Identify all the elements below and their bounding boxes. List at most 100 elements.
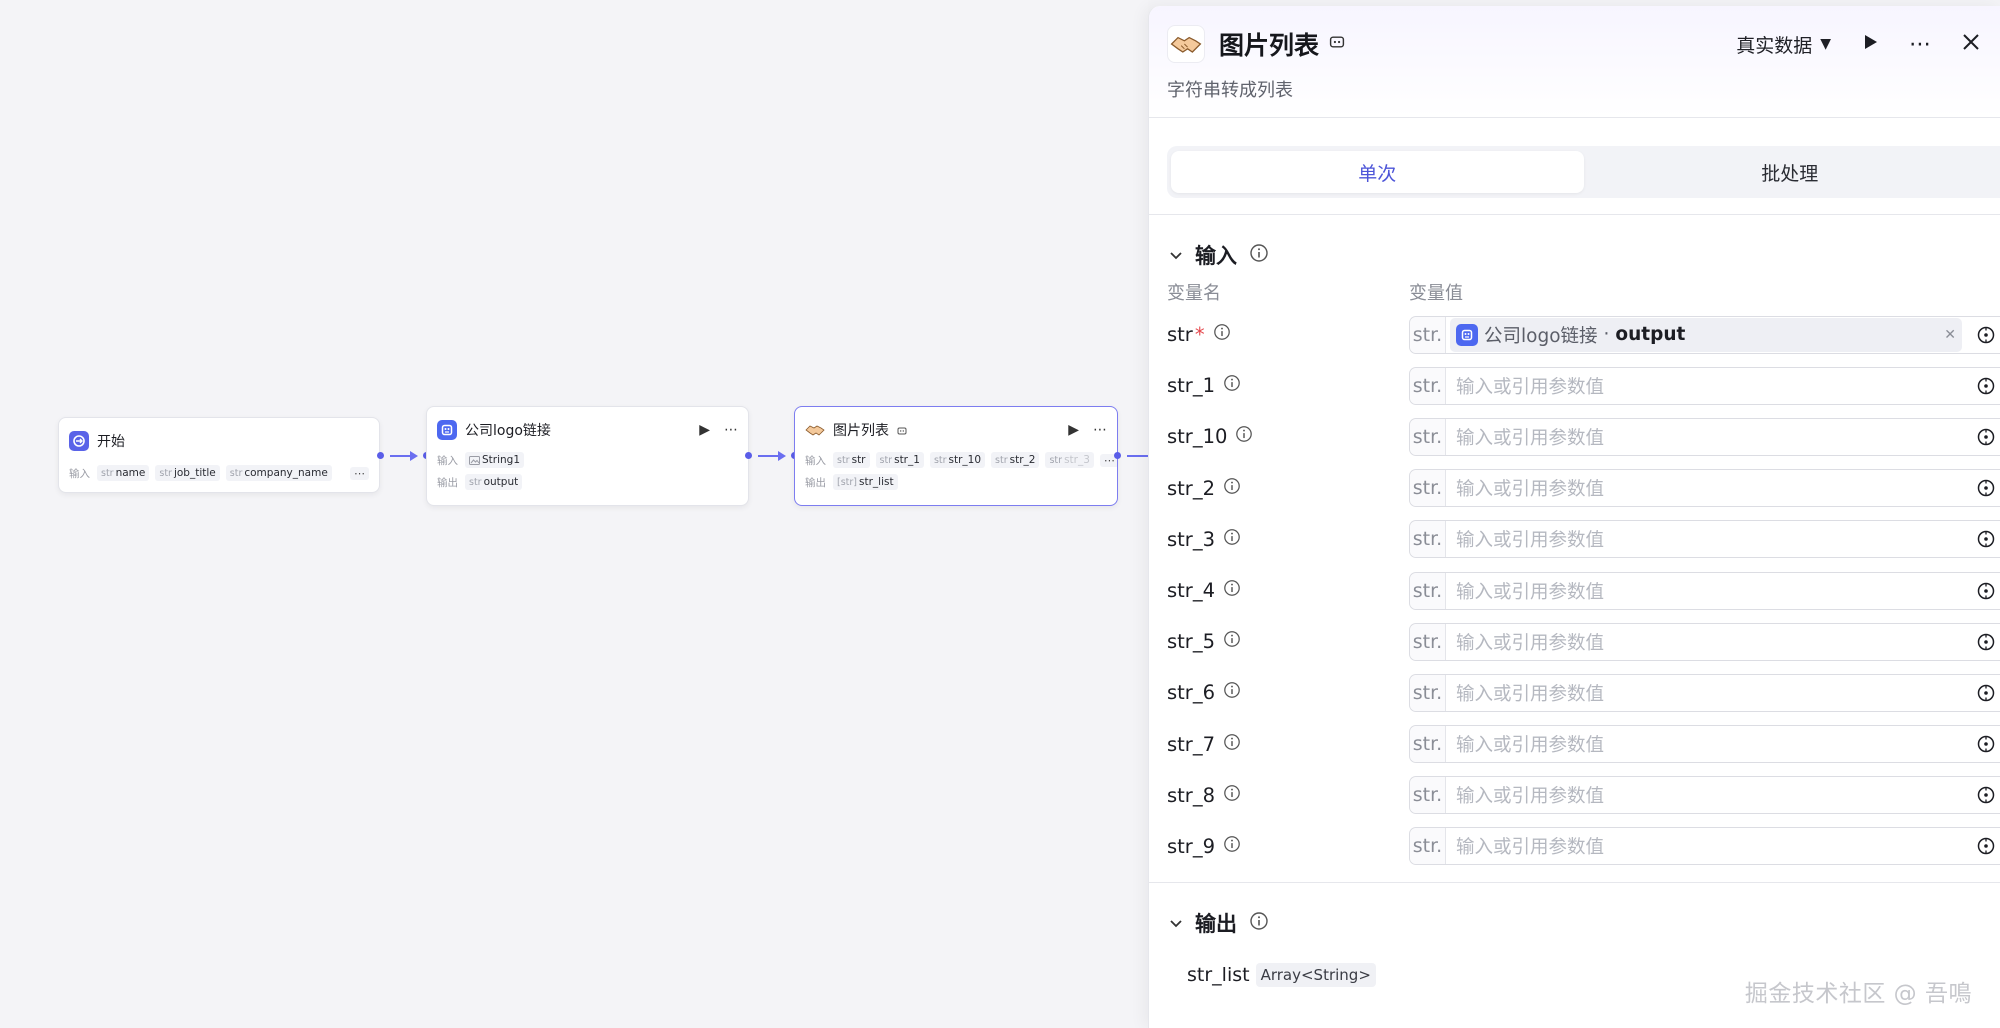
output-port[interactable] [1114,452,1121,459]
info-icon[interactable] [1223,784,1241,807]
variable-reference-icon[interactable] [1972,530,2000,548]
info-icon[interactable] [1223,733,1241,756]
variable-row: str_7 str. 输入或引用参数值 [1149,719,2000,770]
variable-reference-icon[interactable] [1972,786,2000,804]
variable-reference-icon[interactable] [1972,735,2000,753]
info-icon[interactable] [1223,630,1241,653]
info-icon[interactable] [1213,323,1231,346]
value-input[interactable]: 输入或引用参数值 [1446,731,1972,757]
variable-name: str_9 [1167,835,1409,858]
output-chip: [str] str_list [833,474,898,490]
output-section-header[interactable]: 输出 [1149,903,2000,943]
variable-reference-icon[interactable] [1972,582,2000,600]
node-more-button[interactable]: ⋯ [724,422,738,438]
variable-value-field[interactable]: str. 公司logo链接 · output ✕ [1409,315,2000,354]
divider [1149,214,2000,215]
close-icon[interactable] [1962,33,1980,55]
variable-reference-icon[interactable] [1972,377,2000,395]
info-icon[interactable] [1223,835,1241,858]
variable-value-field[interactable]: str. 输入或引用参数值 [1409,520,2000,559]
edge-arrow [778,451,786,461]
variable-reference-icon[interactable] [1972,428,2000,446]
input-chip: str str_1 [875,452,924,468]
type-label: str. [1410,316,1446,353]
info-icon[interactable] [1223,579,1241,602]
variable-name: str_1 [1167,374,1409,397]
variable-name-text: str_7 [1167,732,1215,756]
output-port[interactable] [745,452,752,459]
inputs-label: 输入 [805,454,826,467]
data-mode-select[interactable]: 真实数据 ▼ [1736,31,1831,58]
input-section-header[interactable]: 输入 [1149,235,2000,275]
type-label: str. [1410,726,1446,763]
variable-row: str_8 str. 输入或引用参数值 [1149,770,2000,821]
value-input[interactable]: 输入或引用参数值 [1446,373,1972,399]
plugin-icon [437,420,457,440]
type-label: str. [1410,777,1446,814]
info-icon[interactable] [1223,477,1241,500]
variable-name-text: str_5 [1167,630,1215,654]
info-icon[interactable] [1249,243,1269,267]
variable-name: str_8 [1167,784,1409,807]
value-input[interactable]: 输入或引用参数值 [1446,680,1972,706]
workflow-canvas[interactable]: 开始 输入 str name str job_title str company_na… [0,0,1148,1028]
node-title: 图片列表 [833,423,889,439]
variable-value-field[interactable]: str. 输入或引用参数值 [1409,827,2000,866]
info-icon[interactable] [1223,374,1241,397]
more-icon[interactable]: ⋯ [1909,32,1932,57]
value-input[interactable]: 输入或引用参数值 [1446,475,1972,501]
run-node-icon[interactable]: ▶ [1068,422,1079,438]
value-input[interactable]: 输入或引用参数值 [1446,782,1972,808]
run-node-icon[interactable]: ▶ [699,422,710,438]
variable-reference-icon[interactable] [1972,684,2000,702]
tab-single[interactable]: 单次 [1171,151,1584,193]
logo-link-node[interactable]: 公司logo链接 ▶ ⋯ 输入 String1 输出 str output [426,406,749,506]
type-label: str. [1410,828,1446,865]
variable-value-field[interactable]: str. 输入或引用参数值 [1409,622,2000,661]
panel-description[interactable]: 字符串转成列表 [1149,76,2000,102]
variable-value-field[interactable]: str. 输入或引用参数值 [1409,417,2000,456]
edge-arrow [410,451,418,461]
value-input[interactable]: 输入或引用参数值 [1446,629,1972,655]
clear-reference-icon[interactable]: ✕ [1944,327,1956,343]
panel-title[interactable]: 图片列表 [1219,26,1319,62]
variable-value-field[interactable]: str. 输入或引用参数值 [1409,673,2000,712]
variable-value-field[interactable]: str. 输入或引用参数值 [1409,571,2000,610]
variable-name-text: str_4 [1167,579,1215,603]
tab-batch[interactable]: 批处理 [1584,151,1997,193]
reference-separator: · [1603,324,1610,346]
value-input[interactable]: 输入或引用参数值 [1446,424,1972,450]
more-inputs-button[interactable]: ⋯ [350,466,369,480]
value-input[interactable]: 输入或引用参数值 [1446,578,1972,604]
type-label: str. [1410,367,1446,404]
variable-reference-icon[interactable] [1972,837,2000,855]
variable-value-field[interactable]: str. 输入或引用参数值 [1409,366,2000,405]
input-chip: str str_10 [929,452,986,468]
variable-reference-icon[interactable] [1972,479,2000,497]
chevron-down-icon[interactable] [1169,914,1183,933]
image-list-node[interactable]: 图片列表 ▶ ⋯ 输入 str str str str_1 str str_10 st… [794,406,1118,506]
reference-chip[interactable]: 公司logo链接 · output ✕ [1450,317,1962,352]
variable-name-text: str_6 [1167,681,1215,705]
variable-name: str_7 [1167,733,1409,756]
run-icon[interactable] [1861,33,1879,55]
type-label: str. [1410,572,1446,609]
variable-value-field[interactable]: str. 输入或引用参数值 [1409,776,2000,815]
value-input[interactable]: 输入或引用参数值 [1446,526,1972,552]
edge [390,455,410,457]
info-icon[interactable] [1223,681,1241,704]
variable-value-field[interactable]: str. 输入或引用参数值 [1409,725,2000,764]
output-port[interactable] [377,452,384,459]
chevron-down-icon[interactable] [1169,246,1183,265]
variable-reference-icon[interactable] [1972,633,2000,651]
start-node[interactable]: 开始 输入 str name str job_title str company_na… [58,417,380,493]
type-label: str. [1410,470,1446,507]
info-icon[interactable] [1249,911,1269,935]
info-icon[interactable] [1235,425,1253,448]
info-icon[interactable] [1223,528,1241,551]
variable-value-field[interactable]: str. 输入或引用参数值 [1409,469,2000,508]
variable-row: str_4 str. 输入或引用参数值 [1149,565,2000,616]
node-more-button[interactable]: ⋯ [1093,422,1107,438]
value-input[interactable]: 输入或引用参数值 [1446,833,1972,859]
variable-reference-icon[interactable] [1972,326,2000,344]
